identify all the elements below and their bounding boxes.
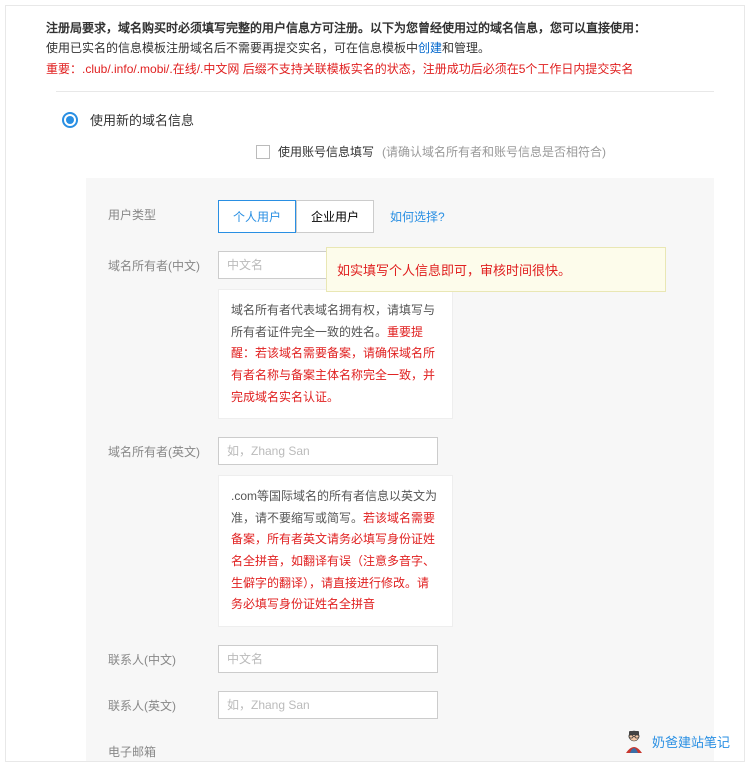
contact-cn-label: 联系人(中文)	[108, 645, 218, 668]
contact-cn-input[interactable]	[218, 645, 438, 673]
watermark-avatar-icon	[620, 727, 648, 755]
watermark-text: 奶爸建站笔记	[652, 732, 730, 751]
contact-en-input[interactable]	[218, 691, 438, 719]
form-panel: 用户类型 个人用户 企业用户 如何选择? 域名所有者(中文) 如实填写个人信息即…	[86, 178, 714, 762]
email-label: 电子邮箱	[108, 737, 218, 760]
checkbox-icon[interactable]	[256, 145, 270, 159]
owner-en-input[interactable]	[218, 437, 438, 465]
notice-line3: 重要：.club/.info/.mobi/.在线/.中文网 后缀不支持关联模板实…	[46, 59, 744, 79]
user-type-label: 用户类型	[108, 200, 218, 223]
owner-en-hint: .com等国际域名的所有者信息以英文为准，请不要缩写或简写。若该域名需要备案，所…	[218, 475, 453, 627]
contact-en-label: 联系人(英文)	[108, 691, 218, 714]
notice-line1: 注册局要求，域名购买时必须填写完整的用户信息方可注册。以下为您曾经使用过的域名信…	[46, 18, 744, 38]
checkbox-label: 使用账号信息填写	[278, 143, 374, 160]
use-new-domain-info-radio[interactable]: 使用新的域名信息	[56, 110, 714, 129]
watermark: 奶爸建站笔记	[620, 727, 730, 755]
how-to-choose-link[interactable]: 如何选择?	[390, 208, 445, 225]
create-link[interactable]: 创建	[418, 41, 442, 55]
notice-line2: 使用已实名的信息模板注册域名后不需要再提交实名，可在信息模板中创建和管理。	[46, 38, 744, 58]
owner-cn-label: 域名所有者(中文)	[108, 251, 218, 274]
tab-enterprise-user[interactable]: 企业用户	[296, 200, 374, 233]
use-account-info-checkbox-row[interactable]: 使用账号信息填写 (请确认域名所有者和账号信息是否相符合)	[256, 143, 714, 160]
owner-cn-hint: 域名所有者代表域名拥有权，请填写与所有者证件完全一致的姓名。重要提醒：若该域名需…	[218, 289, 453, 419]
tab-personal-user[interactable]: 个人用户	[218, 200, 296, 233]
checkbox-hint: (请确认域名所有者和账号信息是否相符合)	[382, 143, 606, 160]
owner-en-label: 域名所有者(英文)	[108, 437, 218, 460]
header-notice: 注册局要求，域名购买时必须填写完整的用户信息方可注册。以下为您曾经使用过的域名信…	[6, 6, 744, 91]
radio-label: 使用新的域名信息	[90, 110, 194, 129]
annotation-tooltip: 如实填写个人信息即可，审核时间很快。	[326, 247, 666, 292]
radio-icon	[62, 112, 78, 128]
